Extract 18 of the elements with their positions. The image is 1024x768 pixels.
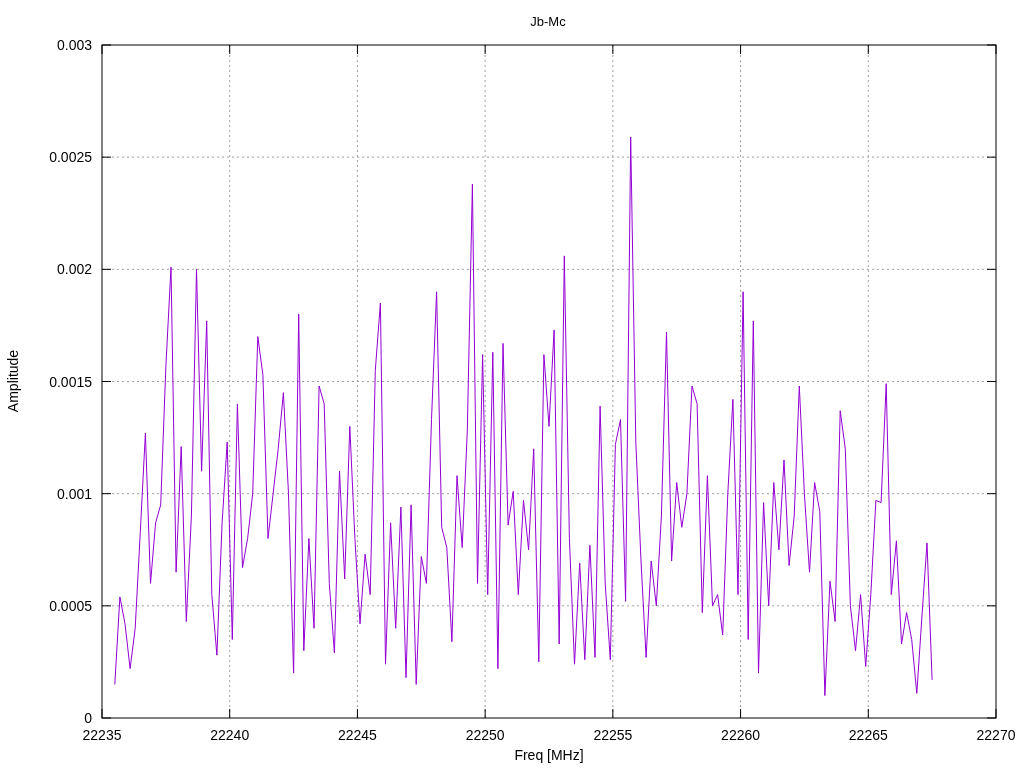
x-tick-label: 22260 — [721, 727, 761, 743]
y-tick-label: 0.0005 — [49, 597, 92, 614]
x-tick-label: 22235 — [82, 727, 122, 743]
x-tick-label: 22245 — [337, 727, 377, 743]
y-tick-label: 0.002 — [56, 261, 92, 278]
y-axis-label: Amplitude — [5, 349, 21, 413]
x-tick-label: 22250 — [465, 727, 505, 743]
y-tick-label: 0.0025 — [49, 149, 92, 166]
x-axis-label: Freq [MHz] — [514, 747, 584, 763]
y-tick-label: 0.003 — [56, 37, 92, 53]
x-tick-label: 22255 — [593, 727, 633, 743]
x-tick-label: 22270 — [976, 727, 1016, 743]
chart-title: Jb-Mc — [530, 14, 566, 29]
x-tick-label: 22240 — [210, 727, 250, 743]
y-tick-label: 0.0015 — [49, 373, 92, 390]
x-tick-label: 22265 — [848, 727, 888, 743]
y-tick-label: 0.001 — [56, 485, 92, 502]
y-tick-label: 0 — [84, 710, 92, 726]
